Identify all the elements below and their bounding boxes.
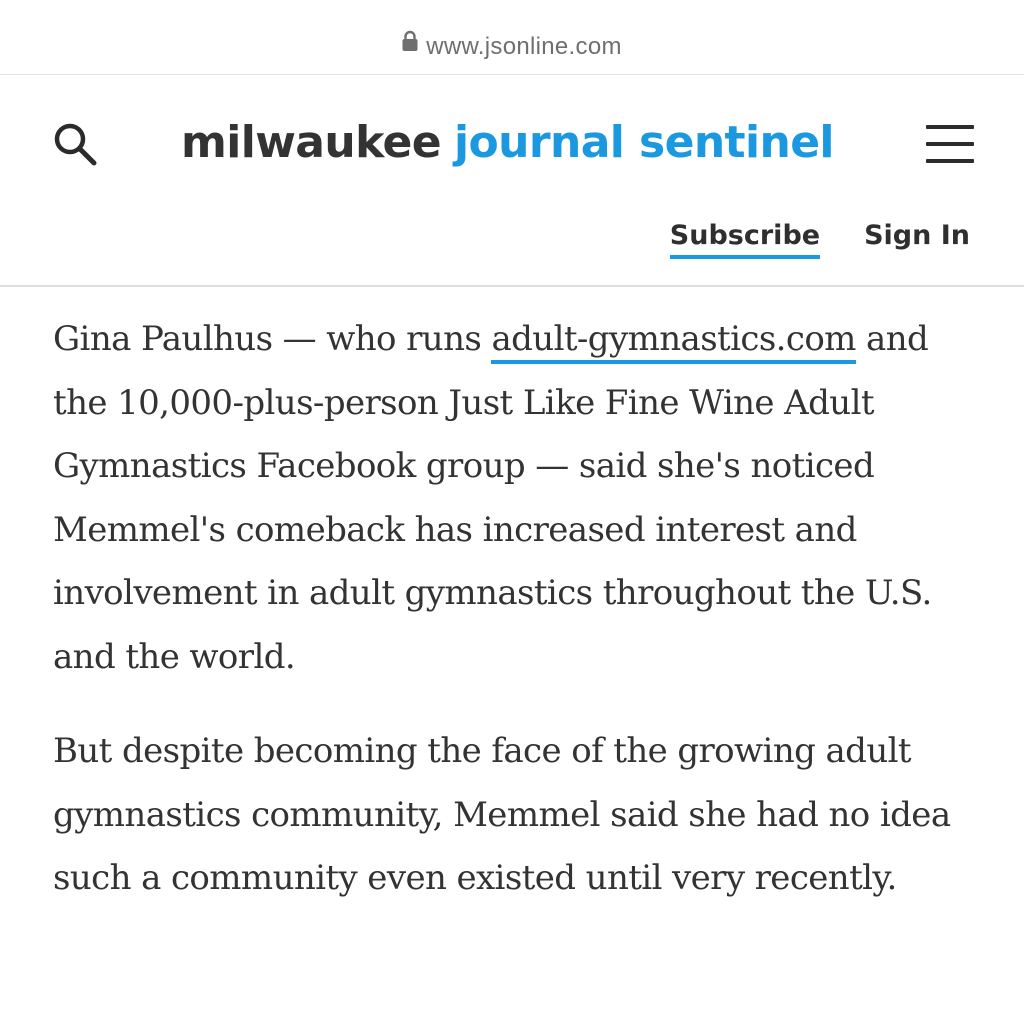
adult-gymnastics-link[interactable]: adult-gymnastics.com — [491, 319, 856, 364]
article-body: Gina Paulhus — who runs adult-gymnastics… — [53, 308, 983, 911]
subscribe-link[interactable]: Subscribe — [669, 220, 821, 259]
site-logo[interactable]: milwaukee journal sentinel — [181, 113, 835, 173]
account-links: Subscribe Sign In — [669, 220, 970, 259]
article-paragraph-2: But despite becoming the face of the gro… — [53, 731, 951, 898]
logo-journal-sentinel: journal sentinel — [454, 117, 834, 168]
article-paragraph-1: Gina Paulhus — who runs adult-gymnastics… — [53, 308, 983, 689]
paragraph-1-rest: and the 10,000-plus-person Just Like Fin… — [53, 319, 932, 677]
url-display[interactable]: www.jsonline.com — [0, 30, 1024, 63]
search-icon[interactable] — [50, 119, 102, 171]
lock-icon — [402, 29, 418, 61]
url-text: www.jsonline.com — [426, 32, 622, 60]
paragraph-1-lead: Gina Paulhus — who runs — [53, 319, 492, 359]
site-header: milwaukee journal sentinel Subscribe Sign … — [0, 75, 1024, 287]
sign-in-link[interactable]: Sign In — [864, 220, 970, 251]
logo-milwaukee: milwaukee — [181, 117, 442, 168]
hamburger-menu-icon[interactable] — [926, 125, 974, 163]
browser-url-bar[interactable]: www.jsonline.com — [0, 0, 1024, 75]
